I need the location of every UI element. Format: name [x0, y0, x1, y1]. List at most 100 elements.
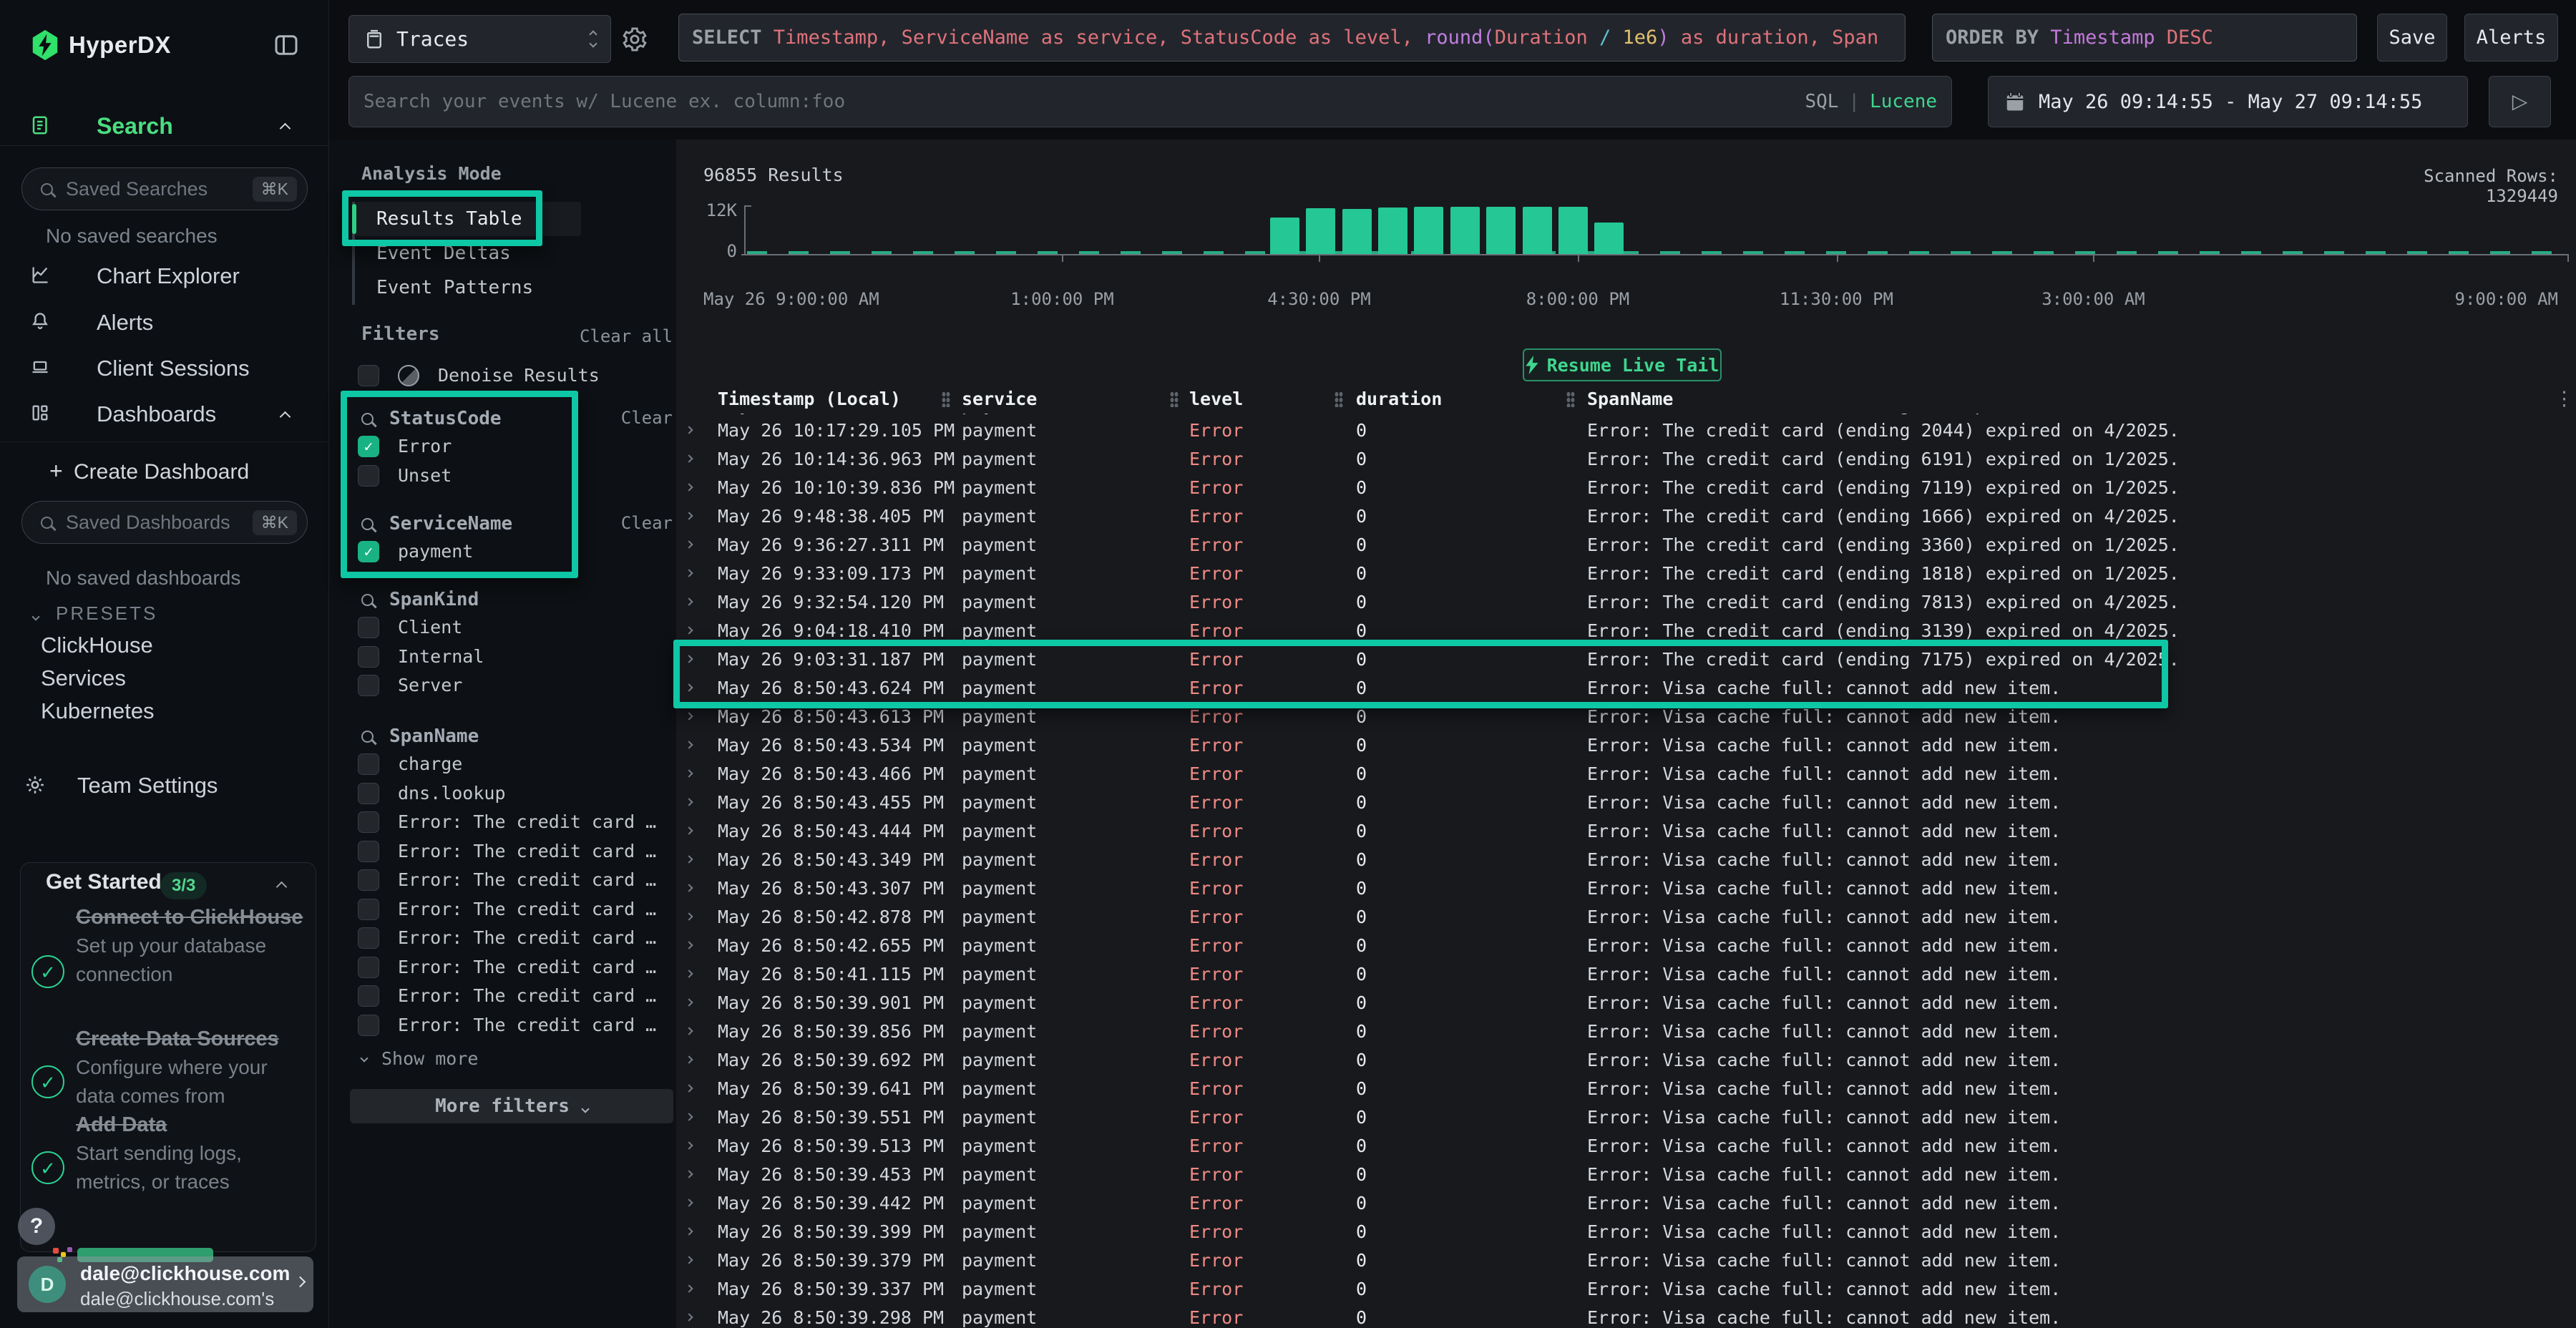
- table-row[interactable]: May 26 8:50:42.655 PMpaymentError0Error:…: [676, 932, 2576, 960]
- run-query-button[interactable]: ▷: [2489, 76, 2551, 127]
- order-by-input[interactable]: ORDER BY Timestamp DESC: [1932, 14, 2357, 62]
- sidebar-item-alerts[interactable]: Alerts: [0, 308, 329, 343]
- analysis-mode-event-patterns[interactable]: Event Patterns: [355, 270, 581, 305]
- table-row[interactable]: May 26 8:50:39.442 PMpaymentError0Error:…: [676, 1189, 2576, 1218]
- table-row[interactable]: May 26 8:50:39.399 PMpaymentError0Error:…: [676, 1218, 2576, 1246]
- sidebar-item-dashboards[interactable]: Dashboards: [0, 400, 329, 434]
- table-row[interactable]: May 26 8:50:39.551 PMpaymentError0Error:…: [676, 1103, 2576, 1132]
- table-row[interactable]: May 26 8:50:43.466 PMpaymentError0Error:…: [676, 760, 2576, 788]
- table-row[interactable]: May 26 10:14:36.963 PMpaymentError0Error…: [676, 445, 2576, 474]
- chevron-right-icon[interactable]: [685, 683, 693, 691]
- column-header-duration[interactable]: duration: [1356, 385, 1442, 414]
- help-button[interactable]: ?: [18, 1208, 55, 1245]
- table-row[interactable]: May 26 8:50:39.692 PMpaymentError0Error:…: [676, 1046, 2576, 1075]
- denoise-filter[interactable]: Denoise Results: [358, 361, 600, 390]
- table-row[interactable]: May 26 8:50:39.513 PMpaymentError0Error:…: [676, 1132, 2576, 1161]
- chevron-right-icon[interactable]: [685, 1198, 693, 1206]
- chevron-right-icon[interactable]: [685, 769, 693, 777]
- chevron-right-icon[interactable]: [685, 798, 693, 806]
- chevron-right-icon[interactable]: [685, 626, 693, 634]
- chevron-right-icon[interactable]: [685, 970, 693, 977]
- table-row[interactable]: May 26 8:50:43.307 PMpaymentError0Error:…: [676, 874, 2576, 903]
- analysis-mode-event-deltas[interactable]: Event Deltas: [355, 236, 581, 270]
- table-row[interactable]: May 26 8:50:39.453 PMpaymentError0Error:…: [676, 1161, 2576, 1189]
- chevron-right-icon[interactable]: [685, 1084, 693, 1092]
- chevron-right-icon[interactable]: [685, 454, 693, 462]
- column-header-timestamp[interactable]: Timestamp (Local): [718, 385, 901, 414]
- sql-select-input[interactable]: SELECT Timestamp, ServiceName as service…: [678, 14, 1906, 62]
- table-row[interactable]: May 26 9:33:09.173 PMpaymentError0Error:…: [676, 560, 2576, 588]
- chevron-right-icon[interactable]: [685, 1027, 693, 1035]
- table-row[interactable]: May 26 9:03:31.187 PMpaymentError0Error:…: [676, 645, 2576, 674]
- column-header-spanname[interactable]: SpanName: [1587, 385, 1673, 414]
- column-drag-handle-icon[interactable]: [1566, 391, 1575, 407]
- column-header-level[interactable]: level: [1189, 385, 1243, 414]
- chevron-right-icon[interactable]: [685, 912, 693, 920]
- table-row[interactable]: May 26 8:50:43.444 PMpaymentError0Error:…: [676, 817, 2576, 846]
- table-row[interactable]: May 26 8:50:43.349 PMpaymentError0Error:…: [676, 846, 2576, 874]
- table-row[interactable]: May 26 8:50:39.901 PMpaymentError0Error:…: [676, 989, 2576, 1017]
- source-settings-gear-icon[interactable]: [621, 26, 650, 54]
- table-row[interactable]: May 26 9:32:54.120 PMpaymentError0Error:…: [676, 588, 2576, 617]
- table-row[interactable]: May 26 8:50:43.624 PMpaymentError0Error:…: [676, 674, 2576, 703]
- chevron-right-icon[interactable]: [685, 855, 693, 863]
- table-row[interactable]: May 26 8:50:39.298 PMpaymentError0Error:…: [676, 1304, 2576, 1328]
- chevron-right-icon[interactable]: [685, 884, 693, 892]
- table-row[interactable]: May 26 8:50:39.856 PMpaymentError0Error:…: [676, 1017, 2576, 1046]
- chevron-right-icon[interactable]: [685, 569, 693, 577]
- table-row[interactable]: May 26 8:50:39.337 PMpaymentError0Error:…: [676, 1275, 2576, 1304]
- source-select[interactable]: Traces: [348, 15, 611, 63]
- table-row[interactable]: May 26 8:50:42.878 PMpaymentError0Error:…: [676, 903, 2576, 932]
- table-row[interactable]: May 26 8:50:43.534 PMpaymentError0Error:…: [676, 731, 2576, 760]
- chevron-right-icon[interactable]: [685, 540, 693, 548]
- table-row[interactable]: May 26 8:50:41.115 PMpaymentError0Error:…: [676, 960, 2576, 989]
- table-row[interactable]: May 26 9:36:27.311 PMpaymentError0Error:…: [676, 531, 2576, 560]
- alerts-button[interactable]: Alerts: [2464, 14, 2558, 62]
- chevron-right-icon[interactable]: [685, 826, 693, 834]
- column-header-service[interactable]: service: [962, 385, 1037, 414]
- get-started-item[interactable]: Create Data SourcesConfigure where your …: [76, 1025, 305, 1110]
- chevron-right-icon[interactable]: [685, 1141, 693, 1149]
- chevron-right-icon[interactable]: [685, 741, 693, 748]
- chevron-right-icon[interactable]: [685, 483, 693, 491]
- clear-all-button[interactable]: Clear all: [580, 326, 673, 346]
- sql-mode-toggle[interactable]: SQL: [1805, 91, 1838, 112]
- sidebar-item-chart-explorer[interactable]: Chart Explorer: [0, 262, 329, 296]
- chevron-right-icon[interactable]: [685, 941, 693, 949]
- chevron-right-icon[interactable]: [685, 426, 693, 434]
- sidebar-item-client-sessions[interactable]: Client Sessions: [0, 354, 329, 389]
- sidebar-collapse-icon[interactable]: [271, 30, 301, 60]
- get-started-item[interactable]: Add DataStart sending logs, metrics, or …: [76, 1110, 305, 1196]
- create-dashboard-button[interactable]: + Create Dashboard: [0, 458, 329, 489]
- table-row[interactable]: May 26 8:50:39.379 PMpaymentError0Error:…: [676, 1246, 2576, 1275]
- save-button[interactable]: Save: [2377, 14, 2447, 62]
- saved-searches-input[interactable]: Saved Searches ⌘K: [21, 167, 308, 210]
- chevron-right-icon[interactable]: [685, 1284, 693, 1292]
- chevron-right-icon[interactable]: [685, 1055, 693, 1063]
- chevron-right-icon[interactable]: [685, 512, 693, 519]
- table-row[interactable]: May 26 8:50:39.641 PMpaymentError0Error:…: [676, 1075, 2576, 1103]
- sidebar-item-services[interactable]: Services: [41, 665, 126, 691]
- table-row[interactable]: May 26 9:04:18.410 PMpaymentError0Error:…: [676, 617, 2576, 645]
- column-drag-handle-icon[interactable]: [1170, 391, 1179, 407]
- chevron-right-icon[interactable]: [685, 712, 693, 720]
- get-started-item[interactable]: Connect to ClickHouseSet up your databas…: [76, 903, 305, 989]
- table-row[interactable]: May 26 10:17:29.105 PMpaymentError0Error…: [676, 416, 2576, 445]
- chevron-right-icon[interactable]: [685, 597, 693, 605]
- chevron-up-icon[interactable]: [278, 882, 286, 894]
- table-row[interactable]: May 26 8:50:43.613 PMpaymentError0Error:…: [676, 703, 2576, 731]
- lucene-search-input[interactable]: Search your events w/ Lucene ex. column:…: [348, 76, 1952, 127]
- chevron-right-icon[interactable]: [685, 1313, 693, 1321]
- chevron-right-icon[interactable]: [685, 1170, 693, 1178]
- chevron-right-icon[interactable]: [685, 1256, 693, 1264]
- lucene-mode-toggle[interactable]: Lucene: [1870, 91, 1937, 112]
- chevron-right-icon[interactable]: [685, 1113, 693, 1120]
- column-menu-icon[interactable]: ⋮: [2555, 385, 2574, 414]
- sidebar-item-team-settings[interactable]: Team Settings: [0, 771, 329, 806]
- more-filters-button[interactable]: More filters: [350, 1089, 673, 1123]
- sidebar-item-kubernetes[interactable]: Kubernetes: [41, 698, 155, 724]
- chevron-right-icon[interactable]: [685, 655, 693, 663]
- column-drag-handle-icon[interactable]: [942, 391, 950, 407]
- table-row[interactable]: May 26 10:10:39.836 PMpaymentError0Error…: [676, 474, 2576, 502]
- checkbox[interactable]: [358, 365, 379, 386]
